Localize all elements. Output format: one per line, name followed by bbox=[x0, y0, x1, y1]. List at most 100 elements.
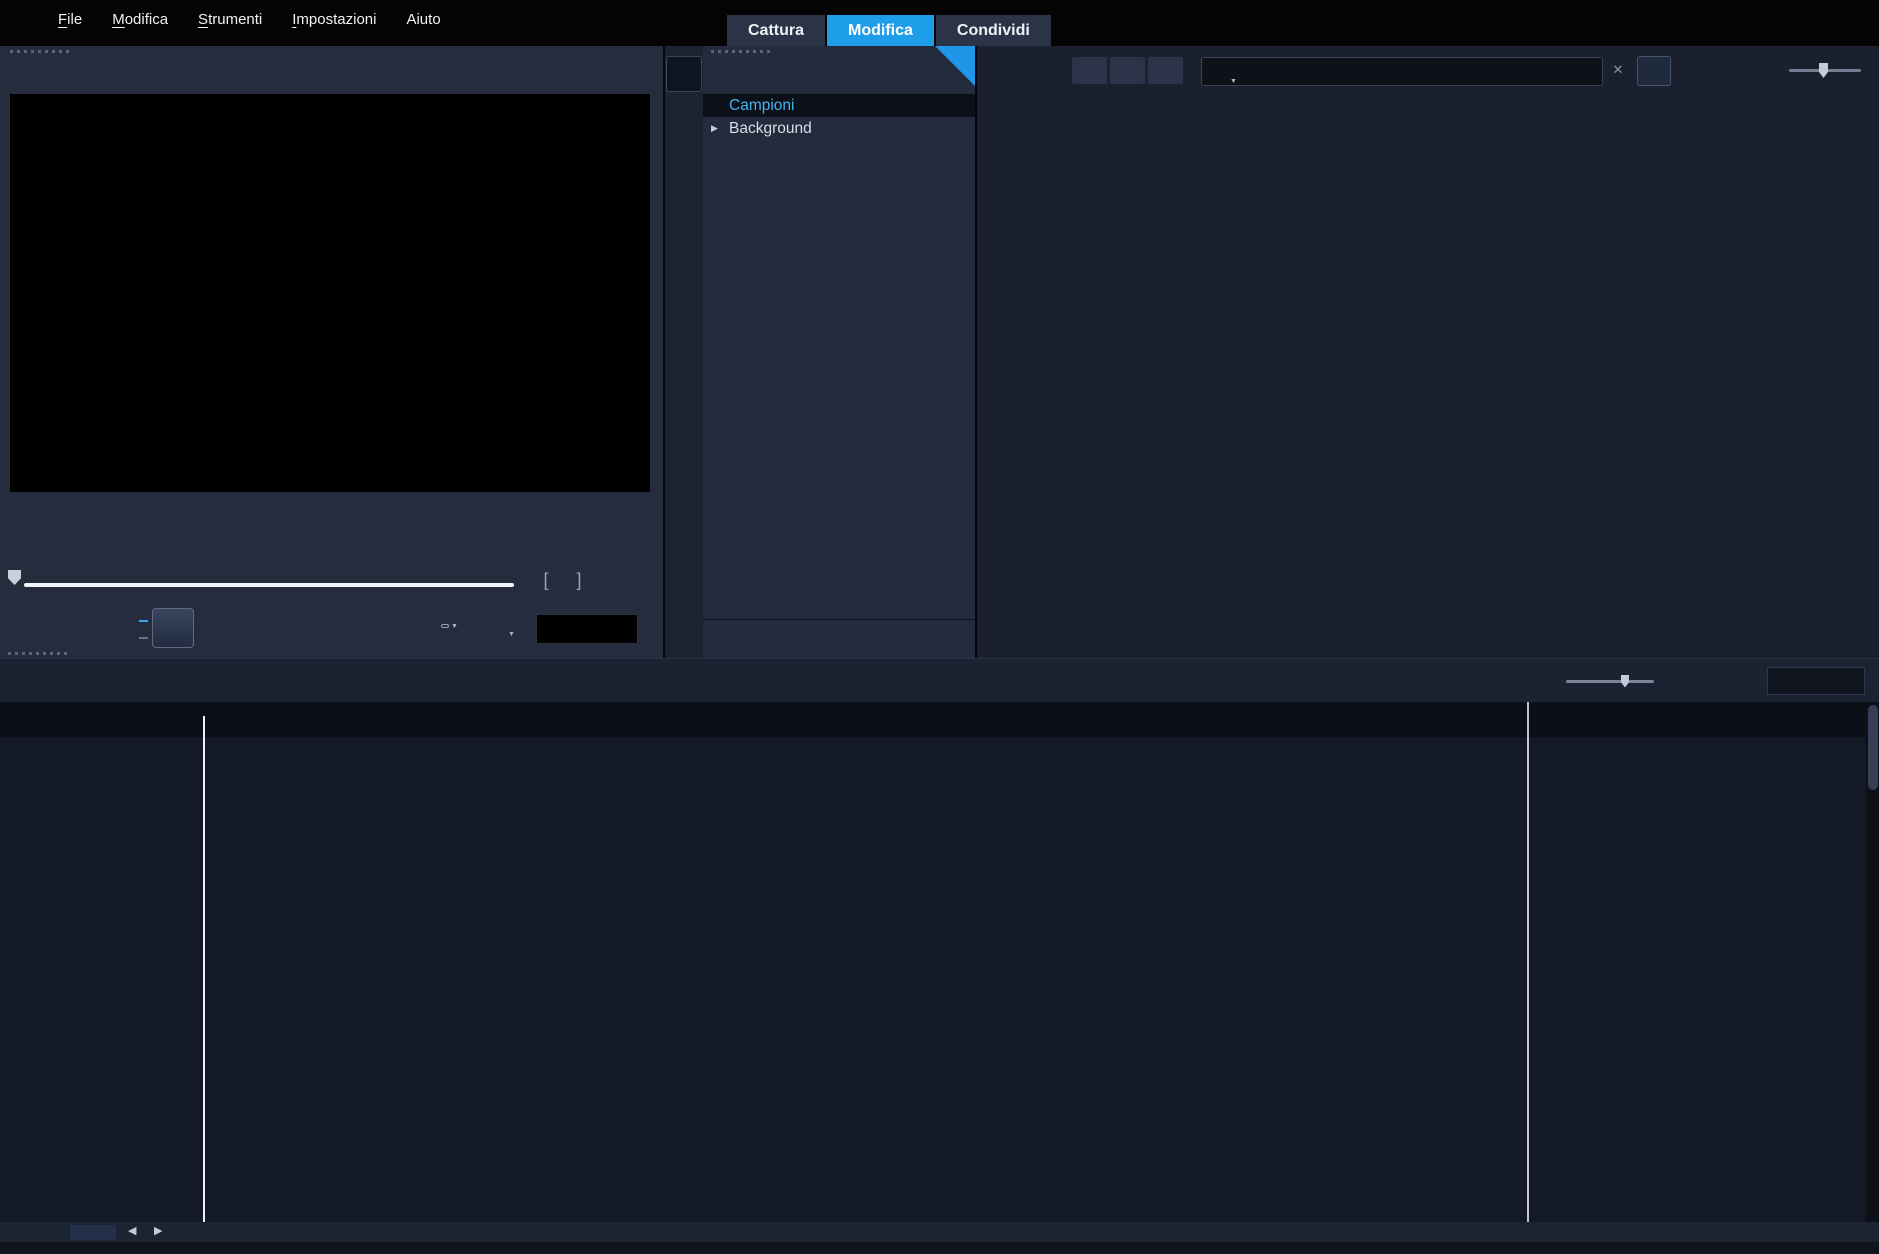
nav-tool-media-library[interactable] bbox=[666, 56, 702, 92]
nav-tool-overlay[interactable] bbox=[667, 273, 701, 307]
nav-tool-title[interactable] bbox=[667, 230, 701, 264]
scrubber-track[interactable] bbox=[24, 583, 514, 587]
panel-grip[interactable] bbox=[10, 50, 69, 53]
tab-cattura[interactable]: Cattura bbox=[727, 15, 826, 46]
duration-clock-icon[interactable] bbox=[1733, 670, 1756, 693]
preview-timecode-group bbox=[536, 614, 655, 644]
app-logo-icon bbox=[22, 9, 46, 33]
track-tools bbox=[16, 707, 128, 731]
compare-view-button[interactable] bbox=[1805, 626, 1829, 650]
playhead-line[interactable] bbox=[203, 716, 205, 1222]
scrollbar-thumb[interactable] bbox=[1867, 705, 1878, 790]
expand-caret-icon[interactable]: ▶ bbox=[711, 123, 721, 134]
filter-photo-button[interactable] bbox=[1110, 57, 1145, 84]
import-media-button[interactable] bbox=[995, 58, 1021, 84]
mode-tabs: Cattura Modifica Condividi bbox=[727, 15, 1053, 46]
close-button[interactable] bbox=[1851, 5, 1869, 23]
minimize-button[interactable] bbox=[1787, 5, 1805, 23]
project-mode-label[interactable] bbox=[52, 612, 148, 629]
timeline-toolbar bbox=[0, 658, 1879, 703]
maximize-button[interactable] bbox=[1819, 5, 1837, 23]
menu-strumenti[interactable]: Strumenti bbox=[198, 11, 262, 28]
view-single-button[interactable] bbox=[1637, 56, 1671, 86]
library-corner-tools bbox=[1769, 626, 1865, 650]
preview-panel: [ ] ▼ ▼ bbox=[0, 46, 665, 658]
zoom-out-button[interactable] bbox=[1532, 670, 1555, 693]
status-strip bbox=[0, 1242, 1879, 1254]
nav-tool-audio[interactable] bbox=[667, 101, 701, 135]
sort-button[interactable] bbox=[1735, 58, 1761, 84]
zoom-in-button[interactable] bbox=[1665, 670, 1688, 693]
nav-tool-instant-project[interactable] bbox=[667, 144, 701, 178]
nav-tool-motion-path[interactable] bbox=[667, 359, 701, 393]
search-box: ▼ bbox=[1201, 57, 1603, 86]
timeline-bottom-bar: ◀ ▶ bbox=[0, 1222, 1879, 1242]
slider-thumb[interactable] bbox=[1621, 674, 1629, 688]
nav-tool-filter-fx[interactable] bbox=[667, 316, 701, 350]
mark-in-button[interactable]: [ bbox=[534, 568, 558, 592]
scroll-left-button[interactable]: ◀ bbox=[128, 1224, 136, 1237]
volume-button[interactable] bbox=[391, 614, 415, 638]
menu-impostazioni[interactable]: Impostazioni bbox=[292, 11, 376, 28]
mark-out-button[interactable]: ] bbox=[567, 568, 591, 592]
panel-grip[interactable] bbox=[711, 50, 770, 53]
library-panel-button[interactable] bbox=[1769, 626, 1793, 650]
search-icon[interactable] bbox=[1210, 63, 1228, 81]
slider-thumb[interactable] bbox=[1819, 63, 1828, 78]
menu-modifica[interactable]: Modifica bbox=[112, 11, 168, 28]
split-clip-button[interactable] bbox=[600, 568, 624, 592]
category-label: Campioni bbox=[729, 96, 795, 114]
scroll-right-button[interactable]: ▶ bbox=[154, 1224, 162, 1237]
go-start-button[interactable] bbox=[206, 614, 230, 638]
enlarge-preview-button[interactable] bbox=[633, 568, 657, 592]
edit-clip-button[interactable] bbox=[1841, 626, 1865, 650]
timeline-zoom-slider[interactable] bbox=[1566, 674, 1654, 688]
category-campioni[interactable]: Campioni bbox=[703, 94, 975, 117]
go-end-button[interactable] bbox=[317, 614, 341, 638]
nav-footer bbox=[703, 619, 975, 658]
view-toggle-group bbox=[1637, 56, 1749, 86]
aspect-ratio-button[interactable]: ▼ bbox=[441, 623, 458, 630]
media-type-filters bbox=[1072, 57, 1183, 84]
tab-modifica[interactable]: Modifica bbox=[827, 15, 934, 46]
timeline-vertical-scrollbar[interactable] bbox=[1866, 702, 1879, 1222]
timeline-end-marker bbox=[1527, 702, 1529, 1222]
thumbnail-zoom-slider[interactable] bbox=[1789, 63, 1861, 78]
pin-ribbon[interactable] bbox=[935, 46, 975, 86]
previous-frame-button[interactable] bbox=[243, 614, 267, 638]
preview-timecode[interactable] bbox=[536, 614, 638, 644]
filter-audio-button[interactable] bbox=[1148, 57, 1183, 84]
next-frame-button[interactable] bbox=[280, 614, 304, 638]
pin-icon bbox=[953, 8, 973, 28]
add-remove-track-button[interactable] bbox=[60, 707, 84, 731]
menubar: File Modifica Strumenti Impostazioni Aiuto bbox=[58, 0, 441, 38]
clip-mode-label[interactable] bbox=[52, 629, 148, 646]
view-list-button[interactable] bbox=[1678, 57, 1710, 85]
search-input[interactable] bbox=[1244, 62, 1602, 81]
timeline-ruler[interactable] bbox=[0, 702, 1879, 737]
play-button[interactable] bbox=[152, 608, 194, 648]
scrubber-handle[interactable] bbox=[8, 570, 21, 585]
track-manager-button[interactable] bbox=[16, 707, 40, 731]
selection-tool-button[interactable] bbox=[471, 614, 495, 638]
add-chapter-button[interactable] bbox=[70, 1225, 116, 1240]
plus-icon bbox=[719, 64, 739, 84]
playhead-marker[interactable] bbox=[195, 704, 211, 721]
filter-video-button[interactable] bbox=[1072, 57, 1107, 84]
fit-timeline-button[interactable] bbox=[1699, 670, 1722, 693]
timeline-timecode[interactable] bbox=[1767, 667, 1865, 695]
timecode-spinner[interactable] bbox=[641, 616, 655, 642]
ripple-edit-toggle[interactable] bbox=[104, 707, 128, 731]
library-nav-panel: Campioni ▶ Background bbox=[665, 46, 977, 658]
nav-tool-transition[interactable] bbox=[667, 187, 701, 221]
menu-file[interactable]: File bbox=[58, 11, 82, 28]
menu-aiuto[interactable]: Aiuto bbox=[406, 11, 440, 28]
clear-search-button[interactable]: ✕ bbox=[1610, 62, 1626, 78]
category-list: Campioni ▶ Background bbox=[703, 94, 975, 140]
repeat-button[interactable] bbox=[354, 614, 378, 638]
category-background[interactable]: ▶ Background bbox=[703, 117, 975, 140]
media-library: ▼ ✕ bbox=[977, 46, 1879, 658]
category-label: Background bbox=[729, 119, 812, 137]
panel-grip[interactable] bbox=[8, 652, 67, 655]
capture-icon[interactable] bbox=[1037, 58, 1063, 84]
